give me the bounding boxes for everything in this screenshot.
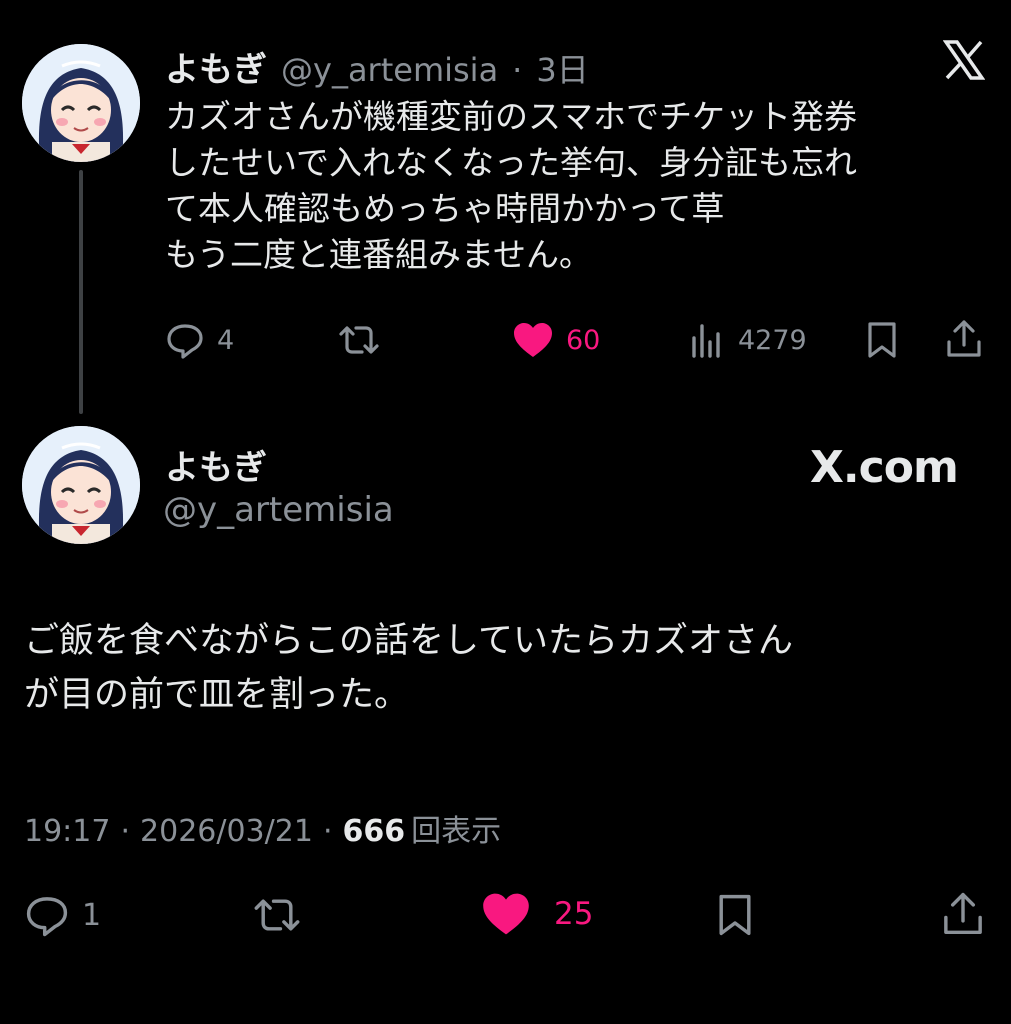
share-icon[interactable] xyxy=(940,890,986,938)
avatar[interactable] xyxy=(22,44,140,162)
like-button[interactable]: 25 xyxy=(480,890,593,938)
reply-icon xyxy=(24,892,70,938)
tweet-text: カズオさんが機種変前のスマホでチケット発券 したせいで入れなくなった挙句、身分証… xyxy=(165,97,858,274)
separator-dot: · xyxy=(512,51,523,89)
reply-button[interactable]: 4 xyxy=(165,320,234,360)
heart-icon xyxy=(480,890,532,938)
reply-count: 1 xyxy=(82,897,102,933)
handle[interactable]: @y_artemisia xyxy=(163,490,394,530)
retweet-icon xyxy=(336,320,382,360)
retweet-icon[interactable] xyxy=(250,892,304,938)
bookmark-icon[interactable] xyxy=(714,892,756,938)
bookmark-icon[interactable] xyxy=(864,320,900,360)
tweet-time[interactable]: 3日 xyxy=(536,45,588,91)
like-count: 25 xyxy=(554,896,594,932)
like-count: 60 xyxy=(566,324,601,356)
x-logo-icon[interactable] xyxy=(943,39,985,81)
separator-dot: · xyxy=(120,814,131,849)
views-label: 回表示 xyxy=(411,814,502,849)
retweet-button[interactable] xyxy=(336,320,382,360)
reply-icon xyxy=(165,320,205,360)
avatar[interactable] xyxy=(22,426,140,544)
heart-icon xyxy=(512,320,554,360)
display-name[interactable]: よもぎ xyxy=(165,440,267,489)
reply-count: 4 xyxy=(217,324,235,356)
tweet-text: ご飯を食べながらこの話をしていたらカズオさん が目の前で皿を割った。 xyxy=(24,621,793,715)
handle[interactable]: @y_artemisia xyxy=(281,51,498,89)
tweet-date[interactable]: 2026/03/21 xyxy=(140,814,313,849)
view-count: 4279 xyxy=(738,324,807,356)
view-count: 666 xyxy=(342,814,406,849)
share-icon[interactable] xyxy=(944,318,984,360)
views-button[interactable]: 4279 xyxy=(690,320,807,360)
views-icon xyxy=(690,320,726,360)
brand-wordmark: X.com xyxy=(810,442,959,493)
reply-button[interactable]: 1 xyxy=(24,892,101,938)
separator-dot: · xyxy=(322,814,333,849)
tweet-meta: 19:17 · 2026/03/21 · 666 回表示 xyxy=(24,806,501,850)
tweet-header: よもぎ @y_artemisia · 3日 xyxy=(165,42,589,91)
tweet-time[interactable]: 19:17 xyxy=(24,814,110,849)
like-button[interactable]: 60 xyxy=(512,320,600,360)
thread-connector-line xyxy=(79,170,83,414)
display-name[interactable]: よもぎ xyxy=(165,42,267,91)
